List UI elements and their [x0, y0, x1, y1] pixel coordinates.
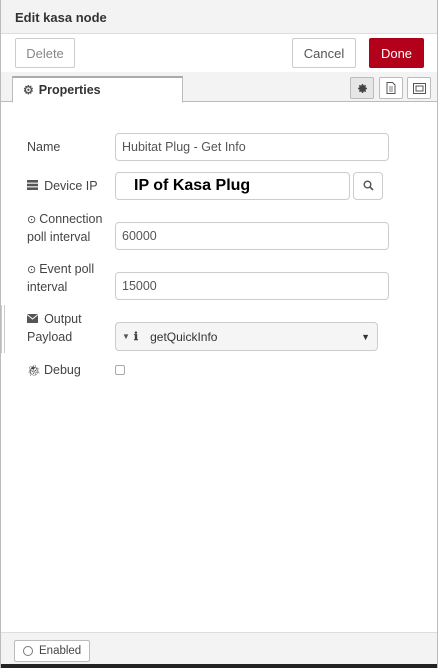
enabled-toggle[interactable]: Enabled	[14, 640, 90, 662]
description-icon[interactable]	[379, 77, 403, 99]
circle-icon	[23, 646, 33, 656]
envelope-icon	[26, 314, 41, 326]
device-ip-input[interactable]: IP of Kasa Plug	[115, 172, 350, 200]
event-poll-label: ⊙ Event poll interval	[27, 260, 94, 296]
connection-poll-label-line2: poll interval	[27, 230, 91, 244]
output-payload-label: Output Payload	[26, 310, 82, 346]
output-payload-select[interactable]: ▼ ℹ getQuickInfo ▼	[115, 322, 378, 351]
clock-icon: ⊙	[27, 214, 37, 226]
tray-footer: Enabled	[1, 632, 437, 664]
event-poll-label-line2: interval	[27, 280, 68, 294]
tray-title: Edit kasa node	[15, 10, 107, 25]
caret-down-icon: ▼	[122, 332, 130, 341]
tab-properties[interactable]: ⚙ Properties	[12, 76, 183, 103]
delete-button[interactable]: Delete	[15, 38, 75, 68]
output-payload-label-line1: Output	[44, 312, 82, 326]
clock-icon: ⊙	[27, 264, 37, 276]
output-payload-value: getQuickInfo	[150, 329, 218, 344]
name-input[interactable]: Hubitat Plug - Get Info	[115, 133, 389, 161]
appearance-icon[interactable]	[407, 77, 431, 99]
connection-poll-label-line1: Connection	[39, 212, 103, 226]
device-ip-label: Device IP	[44, 179, 98, 193]
tab-bar: ⚙ Properties	[1, 72, 437, 103]
debug-checkbox[interactable]	[115, 365, 125, 375]
connection-poll-input[interactable]: 60000	[115, 222, 389, 250]
search-button[interactable]	[353, 172, 383, 200]
edit-node-tray: Edit kasa node Delete Cancel Done ⚙ Prop…	[0, 0, 438, 668]
debug-label: Debug	[43, 363, 81, 377]
gear-icon: ⚙	[23, 83, 34, 97]
cancel-button[interactable]: Cancel	[292, 38, 356, 68]
chevron-down-icon: ▼	[361, 332, 370, 342]
done-button[interactable]: Done	[369, 38, 424, 68]
event-poll-input[interactable]: 15000	[115, 272, 389, 300]
event-poll-value: 15000	[122, 279, 157, 293]
node-settings-icon[interactable]	[350, 77, 374, 99]
name-value: Hubitat Plug - Get Info	[122, 140, 246, 154]
enabled-label: Enabled	[39, 645, 82, 657]
name-label: Name	[27, 140, 61, 154]
info-icon: ℹ	[133, 331, 139, 343]
connection-poll-value: 60000	[122, 229, 157, 243]
server-icon	[27, 180, 41, 193]
tray-header: Edit kasa node	[1, 0, 437, 34]
resize-handle[interactable]	[1, 305, 5, 353]
event-poll-label-line1: Event poll	[39, 262, 95, 276]
output-payload-label-line2: Payload	[27, 330, 73, 344]
device-ip-label-row: Device IP	[27, 177, 98, 196]
device-ip-value: IP of Kasa Plug	[134, 177, 251, 194]
search-icon	[363, 179, 374, 194]
connection-poll-label: ⊙ Connection poll interval	[27, 210, 102, 246]
debug-label-row: 🐞︎ Debug	[27, 361, 81, 380]
bottom-strip	[1, 664, 437, 668]
bug-icon: 🐞︎	[27, 365, 41, 377]
tray-toolbar: Delete Cancel Done	[1, 34, 437, 72]
tab-label: Properties	[38, 83, 101, 97]
